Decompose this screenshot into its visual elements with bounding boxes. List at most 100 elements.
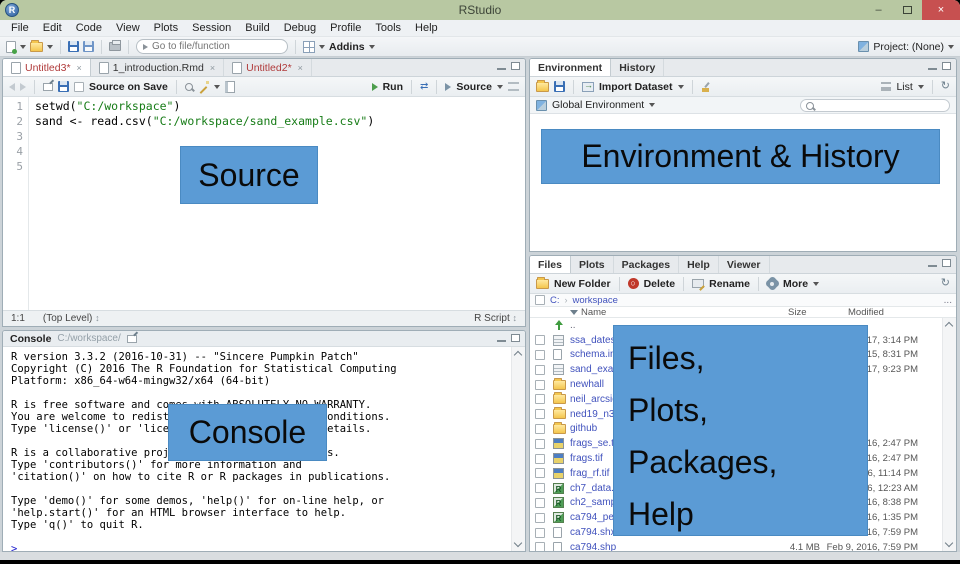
menu-file[interactable]: File: [4, 22, 36, 34]
popout-icon[interactable]: [43, 82, 53, 91]
tab-help[interactable]: Help: [679, 256, 719, 273]
pane-minimize-icon[interactable]: [497, 340, 506, 342]
files-scrollbar[interactable]: [942, 318, 956, 551]
panes-grid-icon[interactable]: [303, 40, 315, 53]
print-icon[interactable]: [109, 40, 121, 51]
menu-code[interactable]: Code: [69, 22, 109, 34]
refresh-icon[interactable]: ↻: [941, 81, 950, 92]
source-file-icon[interactable]: [445, 82, 452, 91]
source-button[interactable]: Source: [456, 81, 492, 93]
menu-session[interactable]: Session: [185, 22, 238, 34]
panes-dropdown-icon[interactable]: [319, 44, 325, 49]
delete-icon[interactable]: ○: [627, 278, 639, 289]
document-outline-icon[interactable]: [508, 82, 519, 91]
tab-untitled2-[interactable]: Untitled2* ×: [224, 59, 312, 76]
scroll-down-icon[interactable]: [944, 538, 954, 548]
save-icon[interactable]: [68, 41, 79, 52]
code-tools-dropdown-icon[interactable]: [213, 84, 220, 89]
tab-plots[interactable]: Plots: [571, 256, 614, 273]
row-checkbox[interactable]: [535, 438, 545, 449]
scroll-down-icon[interactable]: [513, 538, 523, 548]
compile-notebook-icon[interactable]: [224, 80, 235, 93]
tab-close-icon[interactable]: ×: [298, 63, 303, 73]
import-dataset-icon[interactable]: [582, 80, 594, 92]
global-environment-selector[interactable]: Global Environment: [552, 99, 644, 111]
breadcrumb-ellipsis[interactable]: ...: [944, 295, 952, 306]
menu-profile[interactable]: Profile: [323, 22, 368, 34]
menu-plots[interactable]: Plots: [147, 22, 185, 34]
scope-selector[interactable]: (Top Level) ↕: [43, 313, 100, 324]
pane-minimize-icon[interactable]: [928, 265, 937, 267]
pane-maximize-icon[interactable]: [511, 334, 520, 342]
file-name[interactable]: ca794.shx: [570, 527, 616, 538]
row-checkbox[interactable]: [535, 483, 545, 494]
file-name[interactable]: ca794.shp: [570, 542, 616, 551]
row-checkbox[interactable]: [535, 423, 545, 434]
open-file-icon[interactable]: [30, 39, 43, 52]
menu-edit[interactable]: Edit: [36, 22, 69, 34]
select-all-checkbox[interactable]: [535, 295, 545, 305]
file-name[interactable]: frags_se.tif: [570, 438, 619, 449]
row-checkbox[interactable]: [535, 349, 545, 360]
refresh-icon[interactable]: ↻: [941, 278, 950, 289]
new-folder-button[interactable]: New Folder: [554, 278, 611, 290]
menu-tools[interactable]: Tools: [368, 22, 408, 34]
source-on-save-checkbox[interactable]: [74, 81, 84, 92]
tab-viewer[interactable]: Viewer: [719, 256, 770, 273]
more-gear-icon[interactable]: [766, 278, 778, 289]
file-name[interactable]: schema.ini: [570, 349, 618, 360]
row-checkbox[interactable]: [535, 527, 545, 538]
list-view-button[interactable]: List: [896, 81, 912, 93]
project-dropdown-icon[interactable]: [948, 44, 954, 49]
more-button[interactable]: More: [783, 278, 808, 290]
load-workspace-icon[interactable]: [536, 79, 549, 92]
menu-help[interactable]: Help: [408, 22, 445, 34]
column-size[interactable]: Size: [788, 307, 806, 318]
column-name[interactable]: Name: [570, 307, 606, 318]
tab-close-icon[interactable]: ×: [210, 63, 215, 73]
project-button[interactable]: Project: (None): [873, 41, 944, 53]
row-checkbox[interactable]: [535, 542, 545, 551]
new-file-icon[interactable]: [6, 40, 17, 54]
code-tools-icon[interactable]: [198, 81, 209, 92]
row-checkbox[interactable]: [535, 335, 545, 346]
save-all-icon[interactable]: [83, 41, 94, 52]
forward-icon[interactable]: [20, 82, 26, 91]
row-checkbox[interactable]: [535, 409, 545, 420]
addins-dropdown-icon[interactable]: [368, 44, 375, 49]
run-icon[interactable]: [371, 82, 378, 91]
rerun-icon[interactable]: ⇄: [420, 81, 428, 92]
save-workspace-icon[interactable]: [554, 81, 565, 92]
row-checkbox[interactable]: [535, 468, 545, 479]
file-name[interactable]: newhall: [570, 379, 604, 390]
back-icon[interactable]: [9, 82, 15, 91]
scroll-up-icon[interactable]: [944, 321, 954, 331]
environment-search-input[interactable]: [818, 100, 938, 111]
run-button[interactable]: Run: [383, 81, 403, 93]
file-name[interactable]: frags.tif: [570, 453, 603, 464]
rename-button[interactable]: Rename: [709, 278, 750, 290]
file-row[interactable]: ca794.shp 4.1 MB Feb 9, 2016, 7:59 PM: [530, 540, 942, 551]
menu-view[interactable]: View: [109, 22, 147, 34]
addins-button[interactable]: Addins: [329, 41, 365, 53]
console-prompt[interactable]: >: [11, 543, 511, 551]
tab-untitled3-[interactable]: Untitled3* ×: [3, 59, 91, 76]
close-button[interactable]: ×: [922, 0, 960, 20]
source-save-icon[interactable]: [58, 81, 69, 92]
pane-maximize-icon[interactable]: [942, 62, 951, 70]
import-dataset-dropdown-icon[interactable]: [677, 84, 684, 89]
breadcrumb-drive[interactable]: C:: [550, 295, 560, 306]
open-file-dropdown-icon[interactable]: [47, 44, 53, 49]
scroll-up-icon[interactable]: [513, 350, 523, 360]
menu-build[interactable]: Build: [238, 22, 276, 34]
row-checkbox[interactable]: [535, 453, 545, 464]
clear-workspace-icon[interactable]: [701, 82, 711, 92]
file-type-selector[interactable]: R Script ↕: [474, 313, 517, 324]
tab-close-icon[interactable]: ×: [77, 63, 82, 73]
pane-minimize-icon[interactable]: [497, 68, 506, 70]
new-folder-icon[interactable]: [536, 276, 549, 289]
list-view-dropdown-icon[interactable]: [917, 84, 924, 89]
tab-history[interactable]: History: [611, 59, 665, 76]
row-checkbox[interactable]: [535, 512, 545, 523]
delete-button[interactable]: Delete: [644, 278, 676, 290]
